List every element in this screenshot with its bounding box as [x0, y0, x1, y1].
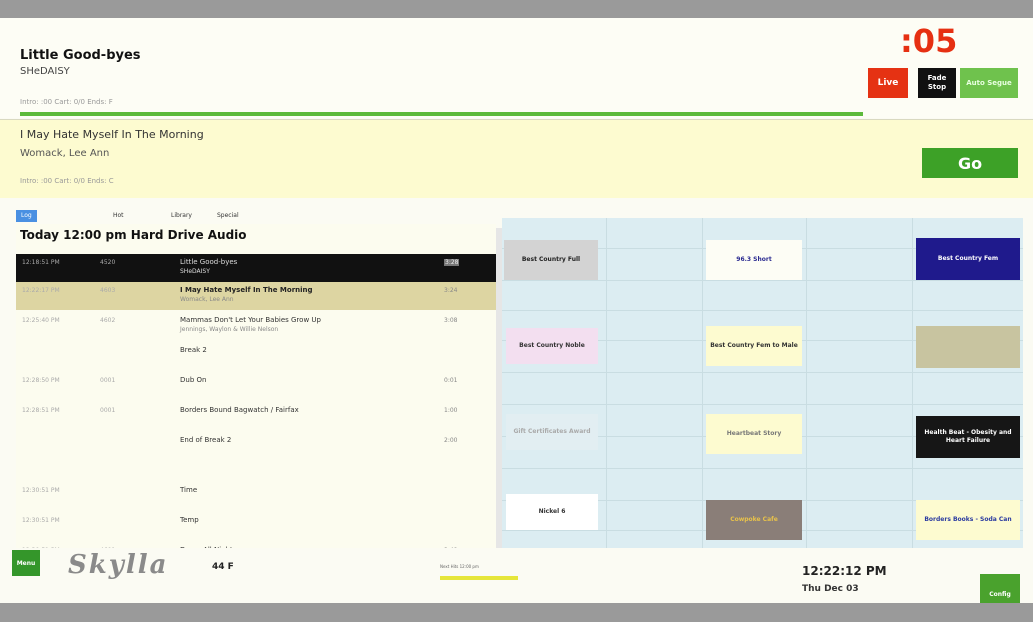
log-time: 12:28:51 PM	[22, 407, 60, 414]
log-title: Temp	[180, 516, 199, 524]
log-time: 12:22:17 PM	[22, 287, 60, 294]
log-row[interactable]: Break 2	[16, 342, 496, 370]
now-playing-progress	[20, 112, 863, 116]
next-up-meta: Intro: :00 Cart: 0/0 Ends: C	[20, 177, 114, 185]
hot-button[interactable]: Borders Books - Soda Can	[916, 500, 1020, 540]
log-cart-id: 0001	[100, 377, 116, 384]
hot-button[interactable]: Heartbeat Story	[706, 414, 802, 454]
playlist-log: Today 12:00 pm Hard Drive Audio 12:18:51…	[16, 224, 496, 578]
now-playing-panel: Little Good-byes SHeDAISY Intro: :00 Car…	[0, 18, 1033, 118]
hot-button[interactable]: Cowpoke Cafe	[706, 500, 802, 540]
now-playing-artist: SHeDAISY	[20, 66, 70, 77]
next-up-title: I May Hate Myself In The Morning	[20, 128, 204, 141]
grid-divider	[502, 310, 1023, 311]
hot-button[interactable]: 96.3 Short	[706, 240, 802, 280]
menu-button[interactable]: Menu	[12, 550, 40, 576]
log-artist: SHeDAISY	[180, 268, 210, 275]
log-row[interactable]: 12:28:50 PM 0001 Dub On 0:01	[16, 372, 496, 400]
log-title: Mammas Don't Let Your Babies Grow Up	[180, 316, 321, 324]
hot-button[interactable]	[916, 326, 1020, 368]
hot-button[interactable]: Best Country Fem to Male	[706, 326, 802, 366]
log-header: Today 12:00 pm Hard Drive Audio	[20, 228, 247, 242]
log-time: 12:30:51 PM	[22, 517, 60, 524]
next-up-panel: I May Hate Myself In The Morning Womack,…	[0, 119, 1033, 198]
grid-divider	[606, 218, 607, 580]
now-playing-title: Little Good-byes	[20, 48, 141, 63]
fade-stop-button[interactable]: Fade Stop	[918, 68, 956, 98]
log-duration: 0:01	[444, 377, 458, 384]
log-title: Borders Bound Bagwatch / Fairfax	[180, 406, 299, 414]
status-meter	[440, 576, 518, 580]
log-time: 12:25:40 PM	[22, 317, 60, 324]
tab-special-events[interactable]: Special Events	[212, 210, 244, 231]
log-title: Time	[180, 486, 198, 494]
grid-divider	[502, 372, 1023, 373]
log-row[interactable]: End of Break 2 2:00	[16, 432, 496, 466]
status-line: Next Hits 12:00 pm	[440, 564, 479, 569]
log-title: Dub On	[180, 376, 207, 384]
log-row[interactable]: 12:18:51 PM 4520 Little Good-byes SHeDAISY 3…	[16, 254, 496, 282]
automation-screen: Little Good-byes SHeDAISY Intro: :00 Car…	[0, 18, 1033, 603]
skylla-logo: Skylla	[68, 550, 169, 580]
log-row[interactable]: 12:22:17 PM 4603 I May Hate Myself In The …	[16, 282, 496, 310]
go-button[interactable]: Go	[922, 148, 1018, 178]
next-up-artist: Womack, Lee Ann	[20, 148, 110, 159]
date: Thu Dec 03	[802, 584, 859, 594]
log-artist: Jennings, Waylon & Willie Nelson	[180, 326, 279, 333]
hot-button[interactable]: Gift Certificates Award	[506, 414, 598, 450]
log-row[interactable]: 12:28:51 PM 0001 Borders Bound Bagwatch / …	[16, 402, 496, 430]
log-artist: Womack, Lee Ann	[180, 296, 234, 303]
tab-library[interactable]: Library	[166, 210, 197, 222]
log-cart-id: 4602	[100, 317, 116, 324]
log-cart-id: 4603	[100, 287, 116, 294]
log-row[interactable]: 12:30:51 PM Time	[16, 482, 496, 510]
hot-button[interactable]: Nickel 6	[506, 494, 598, 530]
clock: 12:22:12 PM	[802, 564, 887, 578]
log-duration: 1:00	[444, 407, 458, 414]
grid-divider	[502, 468, 1023, 469]
log-duration: 3:08	[444, 317, 458, 324]
log-title: End of Break 2	[180, 436, 232, 444]
log-time: 12:30:51 PM	[22, 487, 60, 494]
temperature: 44 F	[212, 562, 234, 572]
log-row[interactable]: 12:30:51 PM Temp	[16, 512, 496, 540]
log-duration: 3:24	[444, 287, 458, 294]
hot-button[interactable]: Health Beat - Obesity and Heart Failure	[916, 416, 1020, 458]
grid-divider	[502, 404, 1023, 405]
hot-button[interactable]: Best Country Noble	[506, 328, 598, 364]
hot-button[interactable]: Best Country Fem	[916, 238, 1020, 280]
countdown-timer: :05	[900, 22, 958, 60]
hot-button-grid: Best Country Full 96.3 Short Best Country …	[502, 218, 1023, 580]
tab-log[interactable]: Log	[16, 210, 37, 222]
grid-divider	[806, 218, 807, 580]
log-cart-id: 0001	[100, 407, 116, 414]
log-cart-id: 4520	[100, 259, 116, 266]
log-time: 12:28:50 PM	[22, 377, 60, 384]
grid-divider	[702, 218, 703, 580]
log-title: I May Hate Myself In The Morning	[180, 286, 313, 294]
log-duration: 3:28	[444, 259, 460, 266]
live-button[interactable]: Live	[868, 68, 908, 98]
log-time: 12:18:51 PM	[22, 259, 60, 266]
grid-divider	[502, 280, 1023, 281]
grid-divider	[912, 218, 913, 580]
tab-hot-buttons[interactable]: Hot Buttons	[108, 210, 141, 231]
now-playing-meta: Intro: :00 Cart: 0/0 Ends: F	[20, 98, 113, 106]
log-title: Little Good-byes	[180, 258, 238, 266]
log-row[interactable]: 12:25:40 PM 4602 Mammas Don't Let Your Bab…	[16, 312, 496, 340]
log-duration: 2:00	[444, 437, 458, 444]
hot-button[interactable]: Best Country Full	[504, 240, 598, 280]
config-button[interactable]: Config	[980, 574, 1020, 603]
log-title: Break 2	[180, 346, 207, 354]
status-bar: Menu Skylla 44 F Next Hits 12:00 pm 12:2…	[0, 548, 1033, 603]
auto-segue-button[interactable]: Auto Segue	[960, 68, 1018, 98]
